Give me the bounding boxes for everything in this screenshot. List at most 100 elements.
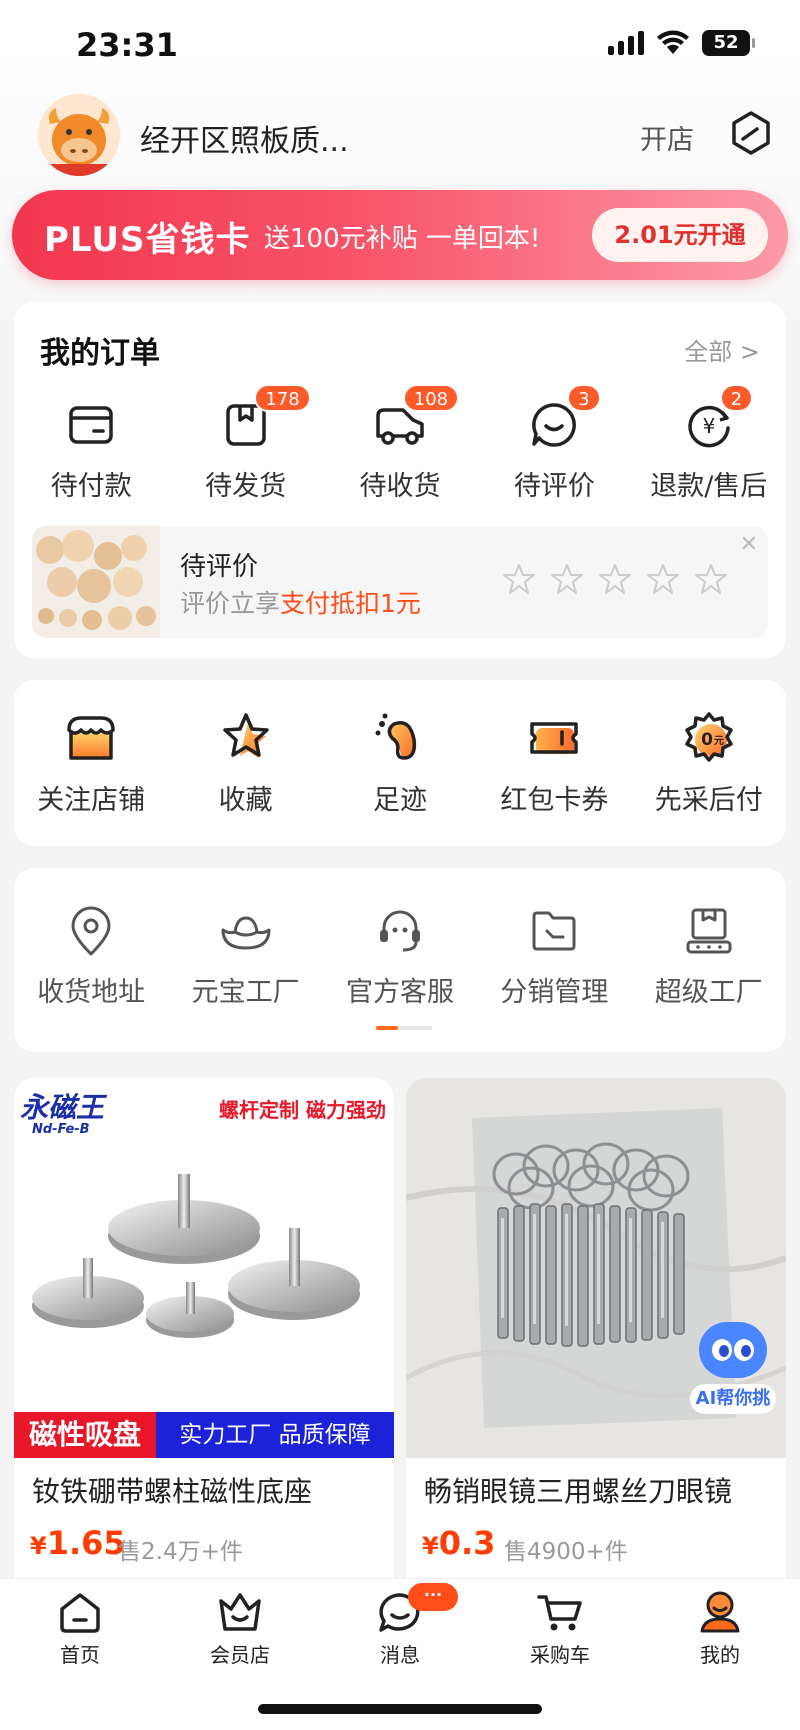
service-customer-service[interactable]: 官方客服	[323, 904, 477, 1009]
svg-text:0: 0	[701, 730, 713, 750]
customer-service-icon	[379, 910, 420, 952]
star-outline-icon[interactable]	[598, 562, 632, 596]
tool-label: 关注店铺	[37, 785, 146, 816]
shop-name[interactable]: 经开区照板质...	[140, 116, 349, 160]
order-badge: 178	[254, 384, 311, 412]
star-icon	[222, 713, 269, 758]
folder-icon	[532, 911, 576, 951]
service-shipping-address[interactable]: 收货地址	[14, 904, 168, 1009]
tool-coupons[interactable]: 红包卡券	[477, 710, 631, 817]
home-indicator[interactable]	[258, 1704, 542, 1714]
svg-text:元: 元	[714, 735, 724, 747]
review-product-thumbnail	[32, 526, 160, 638]
product-price: ¥0.3	[422, 1524, 496, 1562]
star-outline-icon[interactable]	[646, 562, 680, 596]
service-label: 超级工厂	[654, 977, 763, 1008]
tool-pay-later[interactable]: 0 元 先采后付	[632, 710, 786, 817]
order-pending-payment[interactable]: 待付款	[14, 398, 168, 503]
tool-label: 红包卡券	[500, 785, 609, 816]
tool-label: 足迹	[372, 785, 427, 816]
plus-savings-banner[interactable]: PLUS省钱卡 送100元补贴 一单回本! 2.01元开通	[12, 190, 788, 280]
order-pending-review[interactable]: 3 待评价	[477, 384, 631, 503]
settings-hexagon-icon[interactable]	[728, 110, 774, 156]
service-ingot-factory[interactable]: 元宝工厂	[168, 904, 322, 1009]
pay-later-icon: 0 元	[685, 712, 733, 762]
open-shop-button[interactable]: 开店	[640, 118, 694, 157]
product-image: 永磁王 Nd-Fe-B 螺杆定制 磁力强劲 磁性吸盘 实力工厂 品质保障	[14, 1078, 394, 1458]
status-icons: 52	[608, 30, 755, 56]
order-badge: 2	[719, 384, 754, 412]
product-card[interactable]: 永磁王 Nd-Fe-B 螺杆定制 磁力强劲 磁性吸盘 实力工厂 品质保障 钕铁硼…	[14, 1078, 394, 1588]
header: 经开区照板质... 开店	[0, 90, 800, 180]
footprint-icon	[375, 713, 417, 760]
order-label: 待评价	[513, 471, 595, 502]
plus-activate-button[interactable]: 2.01元开通	[592, 208, 768, 262]
home-icon	[60, 1593, 100, 1633]
star-outline-icon[interactable]	[502, 562, 536, 596]
svg-text:¥: ¥	[702, 414, 715, 438]
tab-label: 首页	[60, 1643, 100, 1667]
product-tag-red: 磁性吸盘	[14, 1412, 156, 1458]
tab-label: 采购车	[530, 1643, 590, 1667]
tools-card: 关注店铺 收藏 足迹 红包卡券 0 元 先采后付	[14, 680, 786, 846]
services-scroll-indicator	[376, 1026, 432, 1030]
wallet-icon	[69, 406, 113, 444]
message-badge: ···	[408, 1583, 458, 1611]
tab-home[interactable]: 首页	[0, 1579, 160, 1730]
ai-pick-label: AI帮你挑	[690, 1384, 776, 1414]
brand-subtitle: Nd-Fe-B	[32, 1122, 90, 1137]
factory-icon	[686, 908, 732, 954]
tab-label: 消息	[380, 1643, 420, 1667]
product-price: ¥1.65	[30, 1524, 126, 1562]
cart-icon	[537, 1595, 582, 1631]
orders-view-all-link[interactable]: 全部 >	[684, 332, 760, 367]
tool-favorites[interactable]: 收藏	[168, 710, 322, 817]
order-badge: 3	[567, 384, 601, 412]
battery-icon: 52	[702, 30, 755, 56]
product-tag-blue: 实力工厂 品质保障	[156, 1412, 394, 1458]
order-label: 待发货	[205, 471, 287, 502]
star-outline-icon[interactable]	[694, 562, 728, 596]
service-distribution-management[interactable]: 分销管理	[477, 904, 631, 1009]
order-label: 待收货	[359, 471, 441, 502]
close-icon[interactable]: ✕	[740, 532, 758, 557]
tab-label: 我的	[700, 1643, 740, 1667]
member-store-icon	[219, 1593, 261, 1631]
ingot-icon	[221, 916, 271, 950]
tool-label: 收藏	[218, 785, 273, 816]
location-icon	[71, 906, 111, 956]
review-reward-highlight: 支付抵扣1元	[280, 589, 421, 618]
brand-logo: 永磁王	[20, 1091, 105, 1124]
tool-followed-shops[interactable]: 关注店铺	[14, 710, 168, 817]
star-outline-icon[interactable]	[550, 562, 584, 596]
service-super-factory[interactable]: 超级工厂	[632, 904, 786, 1009]
ai-pick-button[interactable]: AI帮你挑	[690, 1322, 776, 1414]
status-bar: 23:31 52	[0, 0, 800, 90]
signal-icon	[608, 31, 644, 55]
rating-stars[interactable]	[502, 562, 728, 596]
product-title: 畅销眼镜三用螺丝刀眼镜	[424, 1475, 733, 1508]
shop-icon	[67, 716, 115, 760]
review-prompt-subtitle: 评价立享支付抵扣1元	[180, 589, 421, 618]
avatar[interactable]	[38, 94, 120, 176]
order-status-row: 待付款 178 待发货 108 待收货 3 待评价 ¥ 2 退款/售后	[14, 384, 786, 503]
tab-profile[interactable]: 我的	[640, 1579, 800, 1730]
service-label: 官方客服	[345, 977, 454, 1008]
tool-label: 先采后付	[654, 785, 763, 816]
product-title: 钕铁硼带螺柱磁性底座	[32, 1475, 313, 1508]
pending-review-prompt[interactable]: 待评价 评价立享支付抵扣1元 ✕	[32, 526, 768, 638]
order-badge: 108	[402, 384, 460, 412]
service-label: 元宝工厂	[191, 977, 300, 1008]
order-refund-aftersale[interactable]: ¥ 2 退款/售后	[632, 384, 786, 503]
order-pending-receipt[interactable]: 108 待收货	[323, 384, 477, 503]
ai-assistant-icon	[699, 1322, 767, 1378]
orders-title: 我的订单	[40, 336, 160, 371]
order-pending-shipment[interactable]: 178 待发货	[168, 384, 322, 503]
service-label: 分销管理	[500, 977, 609, 1008]
plus-title: PLUS省钱卡	[44, 220, 251, 260]
product-card[interactable]: AI帮你挑 畅销眼镜三用螺丝刀眼镜 ¥0.3 售4900+件	[406, 1078, 786, 1588]
tab-label: 会员店	[210, 1643, 270, 1667]
wifi-icon	[657, 30, 689, 54]
product-image: AI帮你挑	[406, 1078, 786, 1458]
tool-footprints[interactable]: 足迹	[323, 710, 477, 817]
